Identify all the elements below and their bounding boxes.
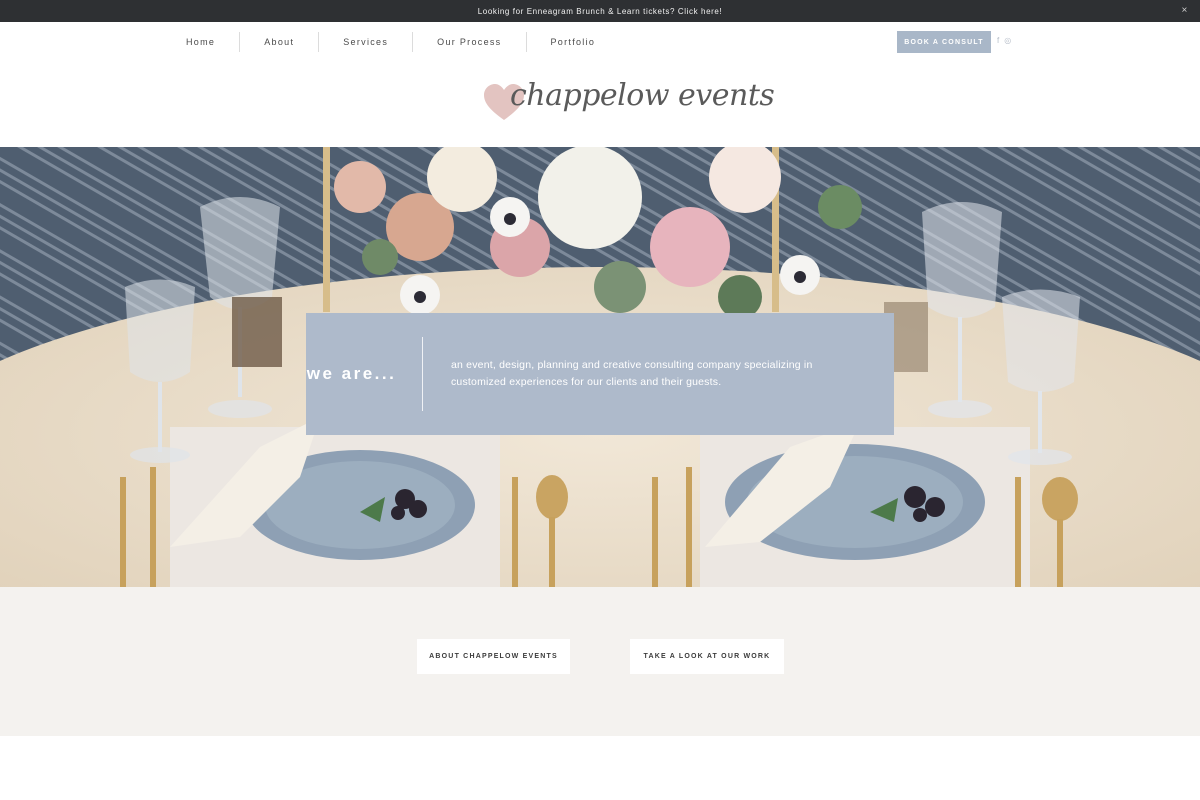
logo-text: chappelow events: [510, 78, 775, 113]
close-icon[interactable]: ×: [1182, 0, 1188, 22]
intro-box: we are... an event, design, planning and…: [306, 313, 894, 435]
book-consult-button[interactable]: BOOK A CONSULT: [897, 31, 991, 53]
nav-item-home[interactable]: Home: [162, 32, 241, 52]
work-button[interactable]: TAKE A LOOK AT OUR WORK: [630, 639, 784, 674]
social-links: f ◎: [997, 36, 1011, 45]
main-nav: Home About Services Our Process Portfoli…: [162, 32, 619, 52]
nav-item-our-process[interactable]: Our Process: [413, 32, 527, 52]
announcement-text[interactable]: Looking for Enneagram Brunch & Learn tic…: [478, 7, 723, 16]
instagram-icon[interactable]: ◎: [1004, 36, 1011, 45]
announcement-bar[interactable]: Looking for Enneagram Brunch & Learn tic…: [0, 0, 1200, 22]
nav-item-services[interactable]: Services: [319, 32, 414, 52]
intro-description: an event, design, planning and creative …: [450, 359, 813, 388]
nav-item-about[interactable]: About: [240, 32, 320, 52]
intro-title: we are...: [306, 364, 397, 383]
cta-section: [0, 587, 1200, 736]
intro-divider: [422, 337, 423, 411]
nav-item-portfolio[interactable]: Portfolio: [527, 32, 620, 52]
site-logo[interactable]: chappelow events: [484, 72, 775, 134]
facebook-icon[interactable]: f: [997, 36, 999, 45]
about-button[interactable]: ABOUT CHAPPELOW EVENTS: [417, 639, 570, 674]
